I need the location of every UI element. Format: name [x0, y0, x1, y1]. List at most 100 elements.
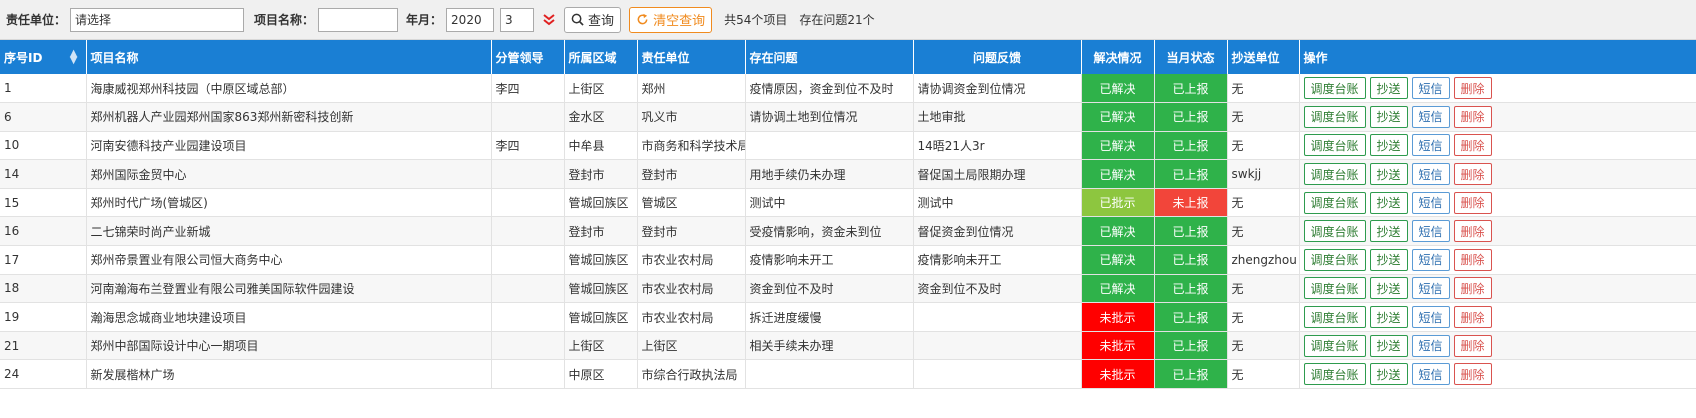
sms-button[interactable]: 短信 [1411, 163, 1450, 186]
cc-button[interactable]: 抄送 [1369, 220, 1408, 243]
cc-button[interactable]: 抄送 [1369, 191, 1408, 214]
col-header-issue: 存在问题 [745, 40, 914, 74]
unit-select[interactable]: 请选择 [70, 7, 245, 32]
table-header-row: 序号ID ▲ ▼ 项目名称 分管领导 所属区域 责任单位 存在问题 问题反馈 解决情… [0, 40, 1696, 74]
cell-cc: 无 [1227, 216, 1300, 247]
schedule-ledger-button[interactable]: 调度台账 [1303, 277, 1366, 300]
month-status-badge: 已上报 [1154, 245, 1228, 275]
month-select[interactable]: 3 [500, 7, 535, 32]
solve-status-badge: 未批示 [1081, 359, 1155, 390]
table-row: 10 河南安德科技产业园建设项目 李四 中牟县 市商务和科学技术局 14晤21人3r 已解决… [0, 131, 1696, 161]
cell-actions: 调度台账 抄送 短信 删除 [1299, 159, 1696, 189]
cell-id: 18 [0, 274, 87, 304]
sms-button[interactable]: 短信 [1411, 334, 1450, 357]
cell-cc: 无 [1227, 188, 1300, 218]
cell-id: 19 [0, 302, 87, 332]
solve-status-badge: 已解决 [1081, 102, 1155, 132]
cell-cc: 无 [1227, 74, 1300, 104]
delete-button[interactable]: 删除 [1453, 248, 1492, 271]
schedule-ledger-button[interactable]: 调度台账 [1303, 220, 1366, 243]
cc-button[interactable]: 抄送 [1369, 277, 1408, 300]
cell-unit: 登封市 [637, 159, 746, 189]
clear-search-label: 清空查询 [653, 14, 706, 29]
cell-id: 6 [0, 102, 87, 132]
delete-button[interactable]: 删除 [1453, 134, 1492, 157]
cell-issue: 疫情影响未开工 [745, 245, 914, 275]
delete-button[interactable]: 删除 [1453, 220, 1492, 243]
schedule-ledger-button[interactable]: 调度台账 [1303, 163, 1366, 186]
cell-unit: 登封市 [637, 216, 746, 247]
sms-button[interactable]: 短信 [1411, 277, 1450, 300]
sms-button[interactable]: 短信 [1411, 105, 1450, 128]
schedule-ledger-button[interactable]: 调度台账 [1303, 105, 1366, 128]
cell-leader [491, 102, 565, 132]
sms-button[interactable]: 短信 [1411, 306, 1450, 329]
sms-button[interactable]: 短信 [1411, 77, 1450, 100]
schedule-ledger-button[interactable]: 调度台账 [1303, 77, 1366, 100]
schedule-ledger-button[interactable]: 调度台账 [1303, 334, 1366, 357]
cc-button[interactable]: 抄送 [1369, 163, 1408, 186]
cell-id: 10 [0, 131, 87, 161]
cell-actions: 调度台账 抄送 短信 删除 [1299, 331, 1696, 361]
project-name-input[interactable] [318, 7, 399, 32]
cc-button[interactable]: 抄送 [1369, 363, 1408, 386]
cell-id: 24 [0, 359, 87, 390]
cc-button[interactable]: 抄送 [1369, 77, 1408, 100]
col-header-id[interactable]: 序号ID ▲ ▼ [0, 40, 87, 74]
cell-project-name: 海康威视郑州科技园（中原区域总部） [86, 74, 492, 104]
cell-id: 21 [0, 331, 87, 361]
schedule-ledger-button[interactable]: 调度台账 [1303, 191, 1366, 214]
delete-button[interactable]: 删除 [1453, 77, 1492, 100]
schedule-ledger-button[interactable]: 调度台账 [1303, 134, 1366, 157]
cell-region: 管城回族区 [564, 274, 638, 304]
double-chevron-down-icon[interactable] [542, 13, 556, 27]
sort-icon[interactable]: ▲ ▼ [70, 49, 78, 66]
delete-button[interactable]: 删除 [1453, 191, 1492, 214]
cell-unit: 市综合行政执法局 [637, 359, 746, 390]
cc-button[interactable]: 抄送 [1369, 105, 1408, 128]
cc-button[interactable]: 抄送 [1369, 248, 1408, 271]
cell-feedback: 测试中 [913, 188, 1082, 218]
cell-project-name: 郑州国际金贸中心 [86, 159, 492, 189]
schedule-ledger-button[interactable]: 调度台账 [1303, 363, 1366, 386]
cell-region: 管城回族区 [564, 302, 638, 332]
sms-button[interactable]: 短信 [1411, 220, 1450, 243]
solve-status-badge: 未批示 [1081, 331, 1155, 361]
col-header-actions: 操作 [1299, 40, 1696, 74]
cell-id: 16 [0, 216, 87, 247]
month-status-badge: 已上报 [1154, 74, 1228, 104]
year-select[interactable]: 2020 [446, 7, 495, 32]
clear-search-button[interactable]: 清空查询 [629, 6, 713, 33]
schedule-ledger-button[interactable]: 调度台账 [1303, 248, 1366, 271]
delete-button[interactable]: 删除 [1453, 105, 1492, 128]
cell-actions: 调度台账 抄送 短信 删除 [1299, 359, 1696, 390]
sms-button[interactable]: 短信 [1411, 363, 1450, 386]
search-icon [571, 13, 584, 26]
cell-feedback: 请协调资金到位情况 [913, 74, 1082, 104]
cell-issue: 拆迁进度缓慢 [745, 302, 914, 332]
table-row: 1 海康威视郑州科技园（中原区域总部） 李四 上街区 郑州 疫情原因，资金到位不及时 请协调… [0, 74, 1696, 104]
total-count: 共54个项目 [724, 13, 788, 27]
delete-button[interactable]: 删除 [1453, 277, 1492, 300]
cell-leader [491, 188, 565, 218]
cell-issue: 测试中 [745, 188, 914, 218]
sms-button[interactable]: 短信 [1411, 191, 1450, 214]
cell-project-name: 郑州机器人产业园郑州国家863郑州新密科技创新 [86, 102, 492, 132]
sms-button[interactable]: 短信 [1411, 248, 1450, 271]
cell-cc: 无 [1227, 331, 1300, 361]
table-row: 16 二七锦荣时尚产业新城 登封市 登封市 受疫情影响，资金未到位 督促资金到位情况 已解决… [0, 216, 1696, 247]
cc-button[interactable]: 抄送 [1369, 134, 1408, 157]
delete-button[interactable]: 删除 [1453, 334, 1492, 357]
schedule-ledger-button[interactable]: 调度台账 [1303, 306, 1366, 329]
cell-project-name: 瀚海思念城商业地块建设项目 [86, 302, 492, 332]
cell-project-name: 河南瀚海布兰登置业有限公司雅美国际软件园建设 [86, 274, 492, 304]
cc-button[interactable]: 抄送 [1369, 306, 1408, 329]
delete-button[interactable]: 删除 [1453, 306, 1492, 329]
search-button[interactable]: 查询 [564, 6, 622, 33]
sms-button[interactable]: 短信 [1411, 134, 1450, 157]
cell-actions: 调度台账 抄送 短信 删除 [1299, 245, 1696, 275]
table-row: 17 郑州帝景置业有限公司恒大商务中心 管城回族区 市农业农村局 疫情影响未开工 疫情影响… [0, 245, 1696, 275]
delete-button[interactable]: 删除 [1453, 363, 1492, 386]
cc-button[interactable]: 抄送 [1369, 334, 1408, 357]
delete-button[interactable]: 删除 [1453, 163, 1492, 186]
